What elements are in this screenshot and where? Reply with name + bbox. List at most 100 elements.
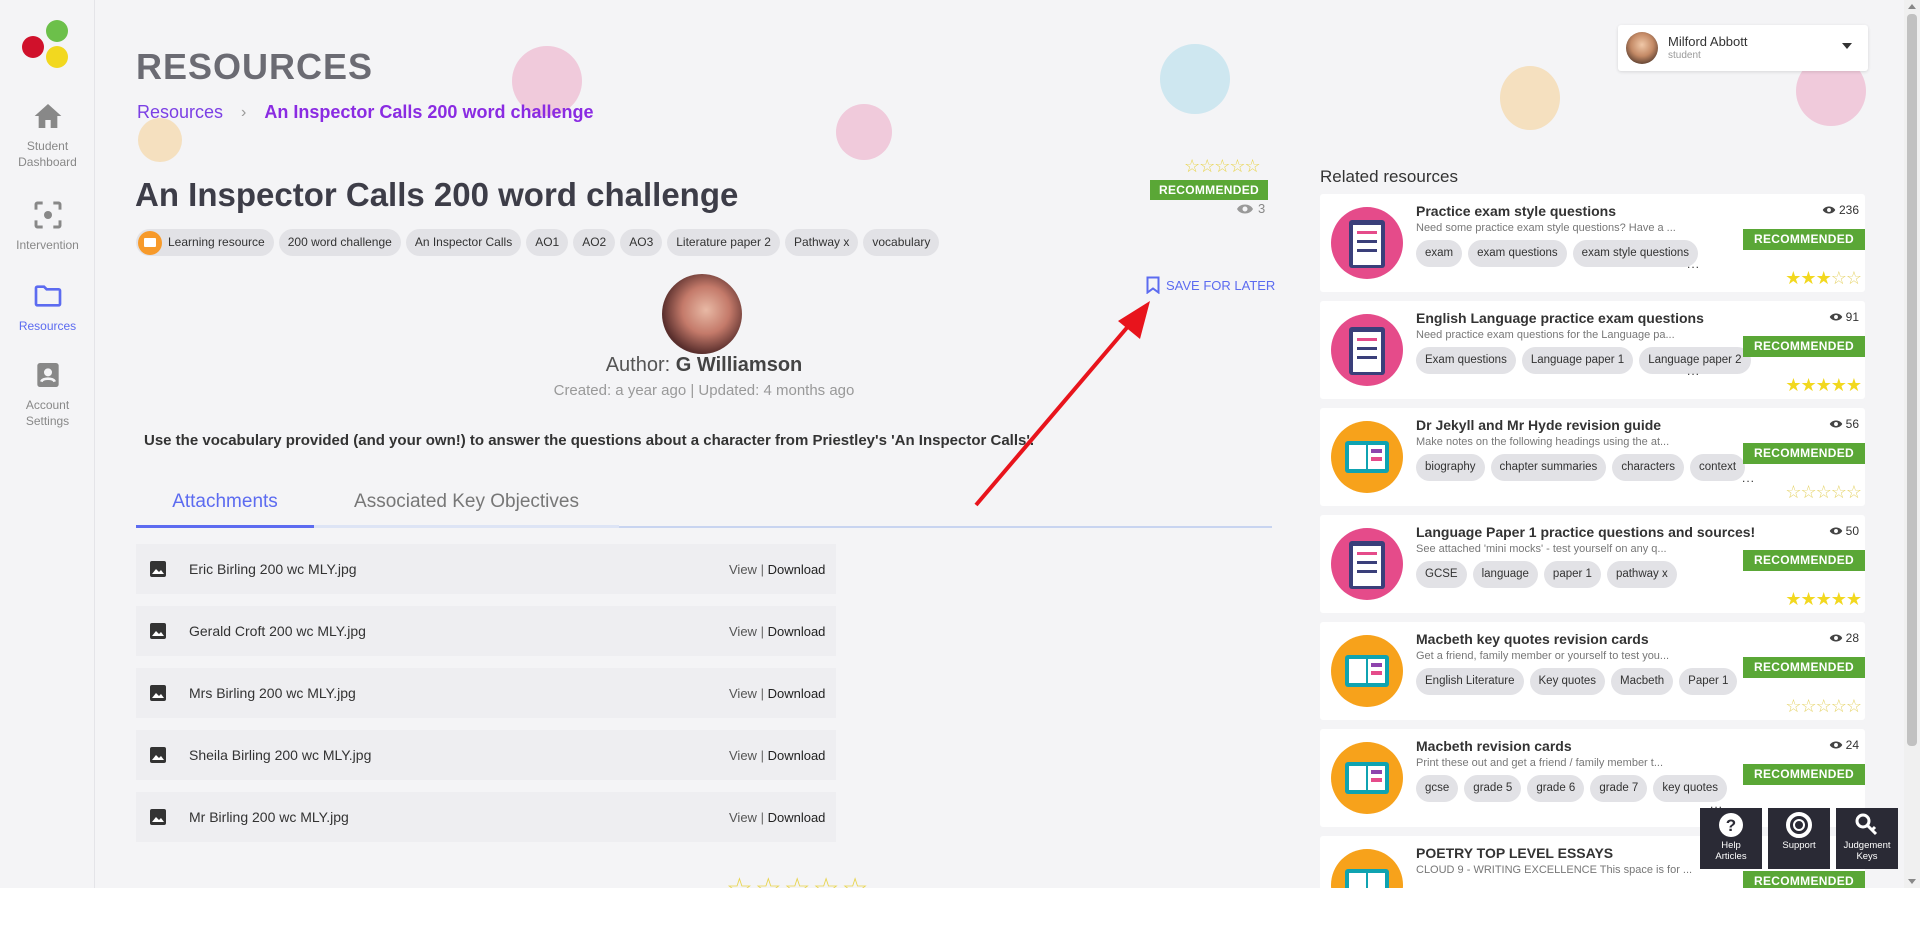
tag[interactable]: biography: [1416, 454, 1485, 481]
tag[interactable]: AO3: [620, 229, 663, 256]
tag[interactable]: characters: [1612, 454, 1684, 481]
image-file-icon: [150, 623, 166, 639]
view-link[interactable]: View: [729, 810, 757, 825]
view-link[interactable]: View: [729, 624, 757, 639]
clipboard-icon: [1331, 528, 1403, 600]
sidebar-item-student-dashboard[interactable]: Student Dashboard: [0, 100, 95, 170]
tag[interactable]: chapter summaries: [1490, 454, 1607, 481]
related-resource-card[interactable]: Practice exam style questions Need some …: [1320, 194, 1865, 292]
tag[interactable]: AO1: [526, 229, 569, 256]
save-for-later-button[interactable]: SAVE FOR LATER: [1146, 276, 1275, 294]
tag[interactable]: language: [1472, 561, 1538, 588]
related-title: Macbeth key quotes revision cards: [1416, 631, 1649, 647]
app-logo[interactable]: [22, 20, 74, 72]
tag[interactable]: pathway x: [1606, 561, 1677, 588]
download-link[interactable]: Download: [768, 624, 826, 639]
breadcrumb: Resources › An Inspector Calls 200 word …: [137, 102, 593, 123]
attachments-list: Eric Birling 200 wc MLY.jpg View | Downl…: [136, 544, 836, 854]
related-resources-list: Practice exam style questions Need some …: [1320, 194, 1865, 888]
image-file-icon: [150, 809, 166, 825]
eye-icon: [1822, 206, 1836, 214]
related-tags: GCSE language paper 1 pathway x: [1416, 561, 1677, 588]
tag[interactable]: Language paper 1: [1521, 347, 1634, 374]
download-link[interactable]: Download: [768, 686, 826, 701]
sidebar-item-resources[interactable]: Resources: [0, 280, 95, 334]
related-tags: biography chapter summaries characters c…: [1416, 454, 1746, 481]
breadcrumb-current: An Inspector Calls 200 word challenge: [264, 102, 594, 122]
view-link[interactable]: View: [729, 686, 757, 701]
tag[interactable]: Macbeth: [1611, 668, 1674, 695]
eye-icon: [1829, 527, 1842, 535]
help-articles-button[interactable]: ? Help Articles: [1700, 808, 1762, 869]
tag[interactable]: paper 1: [1543, 561, 1601, 588]
related-description: Get a friend, family member or yourself …: [1416, 650, 1670, 662]
tag[interactable]: English Literature: [1416, 668, 1524, 695]
tag[interactable]: grade 5: [1464, 775, 1522, 802]
related-tags: exam exam questions exam style questions: [1416, 240, 1699, 267]
tag[interactable]: Key quotes: [1529, 668, 1606, 695]
background-decoration: [1500, 66, 1560, 130]
sidebar-item-account-settings[interactable]: Account Settings: [0, 359, 95, 429]
tag[interactable]: Exam questions: [1416, 347, 1516, 374]
tag[interactable]: AO2: [573, 229, 616, 256]
resource-tags: Learning resource 200 word challenge An …: [136, 229, 940, 256]
view-count: 24: [1829, 738, 1859, 752]
judgement-keys-button[interactable]: Judgement Keys: [1836, 808, 1898, 869]
tag[interactable]: Learning resource: [136, 229, 274, 256]
tag[interactable]: Paper 1: [1679, 668, 1738, 695]
tag[interactable]: grade 7: [1590, 775, 1648, 802]
eye-icon: [1829, 313, 1842, 321]
tag[interactable]: Pathway x: [784, 229, 859, 256]
user-name: Milford Abbott: [1668, 34, 1748, 49]
scroll-down-icon[interactable]: [1908, 879, 1916, 884]
download-link[interactable]: Download: [768, 810, 826, 825]
related-title: Practice exam style questions: [1416, 203, 1616, 219]
scrollbar-thumb[interactable]: [1907, 14, 1917, 746]
tab-associated-key-objectives[interactable]: Associated Key Objectives: [314, 482, 619, 528]
related-tags: English Literature Key quotes Macbeth Pa…: [1416, 668, 1738, 695]
tag[interactable]: exam questions: [1468, 240, 1567, 267]
learning-resource-icon: [138, 230, 162, 255]
scroll-up-icon[interactable]: [1908, 4, 1916, 9]
user-menu[interactable]: Milford Abbott student: [1618, 25, 1868, 71]
clipboard-icon: [1331, 314, 1403, 386]
recommended-badge: RECOMMENDED: [1743, 229, 1865, 250]
tag[interactable]: Literature paper 2: [667, 229, 780, 256]
tag[interactable]: An Inspector Calls: [405, 229, 522, 256]
main-content: RESOURCES Resources › An Inspector Calls…: [96, 0, 1920, 888]
rate-resource-stars[interactable]: ☆☆☆☆☆: [726, 872, 870, 888]
tag[interactable]: gcse: [1416, 775, 1459, 802]
related-resource-card[interactable]: Dr Jekyll and Mr Hyde revision guide Mak…: [1320, 408, 1865, 506]
download-link[interactable]: Download: [768, 748, 826, 763]
related-resource-card[interactable]: Macbeth key quotes revision cards Get a …: [1320, 622, 1865, 720]
sidebar-item-label: Resources: [18, 319, 77, 333]
tag[interactable]: vocabulary: [863, 229, 940, 256]
tag[interactable]: 200 word challenge: [278, 229, 401, 256]
download-link[interactable]: Download: [768, 562, 826, 577]
tab-attachments[interactable]: Attachments: [136, 482, 314, 528]
view-count: 50: [1829, 524, 1859, 538]
related-tags: Exam questions Language paper 1 Language…: [1416, 347, 1751, 374]
question-icon: ?: [1719, 813, 1743, 837]
vertical-scrollbar[interactable]: [1904, 0, 1920, 888]
view-link[interactable]: View: [729, 562, 757, 577]
tag[interactable]: exam style questions: [1572, 240, 1699, 267]
view-link[interactable]: View: [729, 748, 757, 763]
sidebar: Student Dashboard Intervention Resources…: [0, 0, 95, 888]
tag[interactable]: exam: [1416, 240, 1463, 267]
related-description: Need some practice exam style questions?…: [1416, 222, 1676, 234]
view-count: 28: [1829, 631, 1859, 645]
attachment-row: Mrs Birling 200 wc MLY.jpg View | Downlo…: [136, 668, 836, 718]
view-count: 3: [1236, 201, 1265, 216]
support-button[interactable]: Support: [1768, 808, 1830, 869]
book-icon: [1331, 421, 1403, 493]
related-resource-card[interactable]: English Language practice exam questions…: [1320, 301, 1865, 399]
related-title: POETRY TOP LEVEL ESSAYS: [1416, 845, 1614, 861]
related-resource-card[interactable]: Language Paper 1 practice questions and …: [1320, 515, 1865, 613]
rating-stars[interactable]: ☆☆☆☆☆: [1184, 156, 1261, 177]
sidebar-item-intervention[interactable]: Intervention: [0, 199, 95, 253]
tag[interactable]: context: [1690, 454, 1746, 481]
tag[interactable]: grade 6: [1527, 775, 1585, 802]
tag[interactable]: GCSE: [1416, 561, 1467, 588]
breadcrumb-root-link[interactable]: Resources: [137, 102, 223, 123]
